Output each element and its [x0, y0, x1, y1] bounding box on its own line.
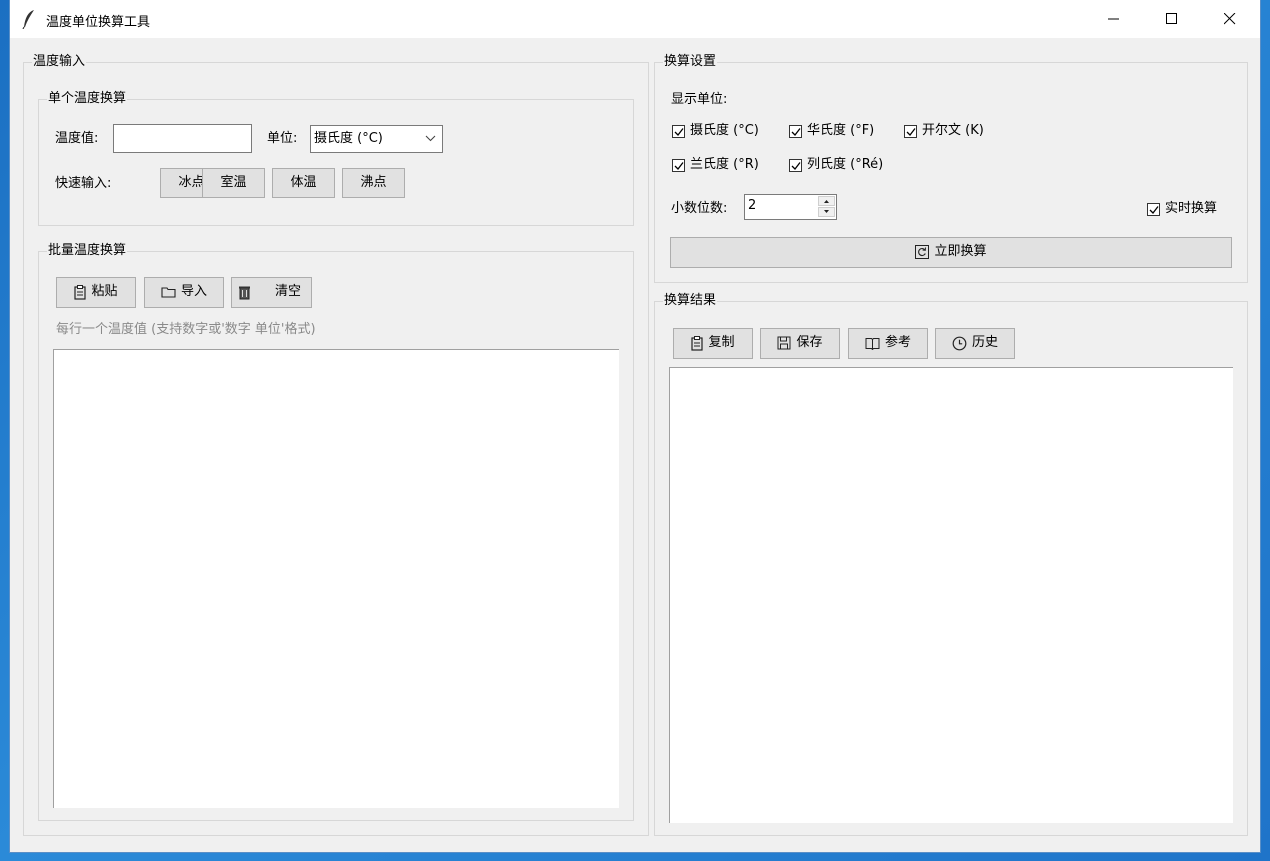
batch-hint: 每行一个温度值 (支持数字或'数字 单位'格式)	[56, 322, 316, 337]
spin-up-button[interactable]	[818, 196, 835, 206]
results-panel-title: 换算结果	[663, 293, 718, 309]
window-title: 温度单位换算工具	[46, 15, 151, 30]
unit-label: 单位:	[267, 131, 298, 146]
maximize-icon	[1166, 13, 1177, 24]
feather-icon	[22, 10, 34, 29]
check-icon	[674, 127, 684, 136]
reference-label: 参考	[884, 335, 911, 350]
settings-panel-title: 换算设置	[663, 54, 718, 70]
minimize-icon	[1108, 18, 1119, 20]
unit-rankine-label: 兰氏度 (°R)	[690, 157, 759, 172]
unit-celsius-checkbox[interactable]: 摄氏度 (°C)	[672, 123, 759, 139]
quick-boiling-label: 沸点	[360, 175, 387, 190]
unit-celsius-label: 摄氏度 (°C)	[690, 123, 759, 138]
temp-value-label: 温度值:	[55, 131, 99, 146]
convert-now-button[interactable]: 立即换算	[670, 237, 1232, 268]
temp-value-input[interactable]	[113, 124, 252, 153]
spin-down-button[interactable]	[818, 207, 835, 217]
input-panel-title: 温度输入	[32, 54, 87, 70]
unit-kelvin-checkbox[interactable]: 开尔文 (K)	[904, 123, 984, 139]
batch-input-textarea[interactable]	[53, 349, 619, 808]
quick-body-label: 体温	[290, 175, 317, 190]
checkbox-box	[904, 124, 917, 138]
decimals-spinbox[interactable]: 2	[744, 194, 837, 220]
title-bar: 温度单位换算工具	[10, 0, 1260, 38]
batch-convert-title: 批量温度换算	[47, 243, 128, 259]
quick-room-button[interactable]: 室温	[202, 168, 265, 198]
results-panel: 换算结果 复制 保存 参考 历史	[654, 293, 1248, 836]
maximize-button[interactable]	[1144, 0, 1202, 38]
save-label: 保存	[796, 335, 823, 350]
unit-fahrenheit-checkbox[interactable]: 华氏度 (°F)	[789, 123, 874, 139]
checkbox-box	[789, 124, 802, 138]
settings-panel: 换算设置 显示单位: 摄氏度 (°C) 华氏度 (°F) 开尔文 (K) 兰氏度…	[654, 54, 1248, 283]
checkbox-box	[1147, 202, 1160, 216]
trash-icon	[239, 286, 250, 299]
copy-button[interactable]: 复制	[673, 328, 753, 359]
input-panel: 温度输入 单个温度换算 温度值: 单位: 摄氏度 (°C) 快速输入: 冰点 室…	[23, 54, 649, 836]
quick-freezing-label: 冰点	[178, 175, 205, 190]
quick-room-label: 室温	[220, 175, 247, 190]
decimals-value: 2	[748, 198, 757, 213]
copy-label: 复制	[708, 335, 735, 350]
close-icon	[1224, 13, 1236, 25]
floppy-disk-icon	[777, 336, 791, 350]
caret-down-icon	[824, 210, 829, 213]
unit-reaumur-label: 列氏度 (°Ré)	[807, 157, 884, 172]
unit-kelvin-label: 开尔文 (K)	[922, 123, 984, 138]
check-icon	[791, 127, 801, 136]
realtime-checkbox[interactable]: 实时换算	[1147, 201, 1217, 217]
check-icon	[1149, 205, 1159, 214]
close-button[interactable]	[1202, 0, 1260, 38]
single-convert-group: 单个温度换算 温度值: 单位: 摄氏度 (°C) 快速输入: 冰点 室温 体温 …	[38, 91, 634, 226]
chevron-down-icon	[425, 135, 436, 142]
check-icon	[674, 161, 684, 170]
app-window: 温度单位换算工具 温度输入 单个温度换算 温度值: 单位: 摄氏度 (°C) 快…	[10, 0, 1260, 852]
quick-boiling-button[interactable]: 沸点	[342, 168, 405, 198]
reference-button[interactable]: 参考	[848, 328, 928, 359]
book-icon	[865, 337, 880, 350]
unit-select-value: 摄氏度 (°C)	[314, 131, 383, 146]
quick-body-button[interactable]: 体温	[272, 168, 335, 198]
results-textarea[interactable]	[669, 367, 1233, 823]
realtime-label: 实时换算	[1165, 201, 1218, 216]
quick-input-label: 快速输入:	[55, 176, 112, 191]
unit-rankine-checkbox[interactable]: 兰氏度 (°R)	[672, 157, 759, 173]
check-icon	[906, 127, 916, 136]
paste-button[interactable]: 粘贴	[56, 277, 136, 308]
convert-now-label: 立即换算	[934, 244, 987, 259]
checkbox-box	[672, 158, 685, 172]
single-convert-title: 单个温度换算	[47, 91, 128, 107]
caret-up-icon	[824, 200, 829, 203]
import-label: 导入	[180, 284, 207, 299]
display-units-label: 显示单位:	[671, 92, 728, 107]
clock-icon	[952, 336, 967, 350]
history-button[interactable]: 历史	[935, 328, 1015, 359]
clipboard-icon	[74, 284, 87, 300]
unit-select[interactable]: 摄氏度 (°C)	[310, 125, 443, 153]
clear-label: 清空	[275, 284, 302, 299]
unit-reaumur-checkbox[interactable]: 列氏度 (°Ré)	[789, 157, 883, 173]
check-icon	[791, 161, 801, 170]
clear-button[interactable]: 清空	[231, 277, 312, 308]
decimals-label: 小数位数:	[671, 201, 728, 216]
checkbox-box	[672, 124, 685, 138]
import-button[interactable]: 导入	[144, 277, 224, 308]
minimize-button[interactable]	[1086, 0, 1144, 38]
checkbox-box	[789, 158, 802, 172]
folder-icon	[161, 287, 176, 298]
save-button[interactable]: 保存	[760, 328, 840, 359]
refresh-icon	[915, 245, 930, 259]
paste-label: 粘贴	[91, 284, 118, 299]
unit-fahrenheit-label: 华氏度 (°F)	[807, 123, 875, 138]
batch-convert-group: 批量温度换算 粘贴 导入 清空 每行一个温度值 (支持数字或'数字 单位'格式)	[38, 243, 634, 821]
clipboard-icon	[691, 335, 704, 351]
history-label: 历史	[971, 335, 998, 350]
